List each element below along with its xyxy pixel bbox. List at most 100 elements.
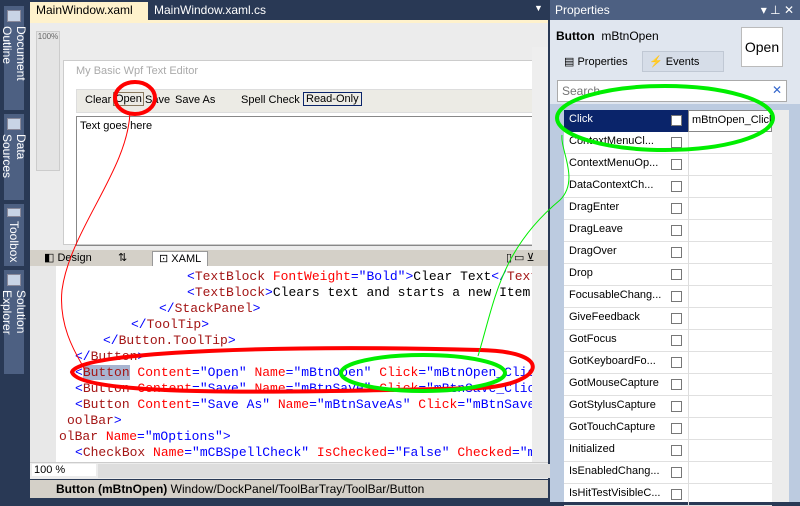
event-row[interactable]: DragLeave xyxy=(564,220,772,242)
event-handler-value[interactable] xyxy=(688,462,772,484)
event-row[interactable]: GotKeyboardFo... xyxy=(564,352,772,374)
wpf-window-preview[interactable]: My Basic Wpf Text Editor Clear Open Save… xyxy=(63,60,534,246)
event-handler-icon[interactable] xyxy=(671,159,682,170)
event-row[interactable]: Initialized xyxy=(564,440,772,462)
event-handler-value[interactable] xyxy=(688,198,772,220)
event-handler-value[interactable] xyxy=(688,154,772,176)
code-line[interactable]: olBar Name="mOptions"> xyxy=(59,429,231,445)
dropdown-arrow-icon[interactable]: ▼ xyxy=(528,2,549,20)
event-row[interactable]: DragOver xyxy=(564,242,772,264)
event-row[interactable]: DragEnter xyxy=(564,198,772,220)
event-handler-value[interactable] xyxy=(688,308,772,330)
event-handler-icon[interactable] xyxy=(671,357,682,368)
clear-button[interactable]: Clear xyxy=(85,94,111,106)
event-handler-icon[interactable] xyxy=(671,291,682,302)
event-handler-value[interactable] xyxy=(688,396,772,418)
design-surface[interactable]: 100% My Basic Wpf Text Editor Clear Open… xyxy=(30,20,548,257)
event-handler-value[interactable] xyxy=(688,374,772,396)
event-row[interactable]: IsEnabledChang... xyxy=(564,462,772,484)
code-line[interactable]: </Button> xyxy=(75,349,145,365)
code-line[interactable]: <TextBlock>Clears text and starts a new … xyxy=(187,285,532,301)
event-handler-icon[interactable] xyxy=(671,247,682,258)
event-row[interactable]: Drop xyxy=(564,264,772,286)
event-row[interactable]: GotFocus xyxy=(564,330,772,352)
code-line[interactable]: <Button Content="Open" Name="mBtnOpen" C… xyxy=(75,365,532,381)
read-only-button[interactable]: Read-Only xyxy=(303,92,362,106)
event-handler-icon[interactable] xyxy=(671,269,682,280)
tab-mainwindow-xaml-cs[interactable]: MainWindow.xaml.cs xyxy=(148,2,272,20)
code-line[interactable]: </StackPanel> xyxy=(159,301,260,317)
event-row[interactable]: GotTouchCapture xyxy=(564,418,772,440)
events-scrollbar[interactable] xyxy=(772,110,789,502)
save-button[interactable]: Save xyxy=(145,94,170,106)
event-handler-icon[interactable] xyxy=(671,181,682,192)
tab-mainwindow-xaml[interactable]: MainWindow.xaml ✕ xyxy=(30,2,148,31)
save-as-button[interactable]: Save As xyxy=(175,94,215,106)
event-handler-icon[interactable] xyxy=(671,203,682,214)
event-handler-value[interactable] xyxy=(688,484,772,506)
spell-check-button[interactable]: Spell Check xyxy=(241,94,300,106)
code-line[interactable]: <Button Content="Save" Name="mBtnSave" C… xyxy=(75,381,532,397)
code-line[interactable]: </Button.ToolTip> xyxy=(103,333,236,349)
event-handler-value[interactable] xyxy=(688,220,772,242)
event-row[interactable]: FocusableChang... xyxy=(564,286,772,308)
event-handler-value[interactable] xyxy=(688,330,772,352)
tab-xaml[interactable]: ⊡ XAML xyxy=(152,251,209,266)
text-area[interactable]: Text goes here xyxy=(76,116,534,246)
event-handler-icon[interactable] xyxy=(671,137,682,148)
event-handler-icon[interactable] xyxy=(671,225,682,236)
sidebar-item-toolbox[interactable]: Toolbox xyxy=(4,204,24,266)
event-handler-icon[interactable] xyxy=(671,115,682,126)
event-handler-icon[interactable] xyxy=(671,423,682,434)
event-handler-value[interactable] xyxy=(688,286,772,308)
event-handler-icon[interactable] xyxy=(671,467,682,478)
event-row[interactable]: Click mBtnOpen_Click xyxy=(564,110,772,132)
horizontal-scrollbar[interactable] xyxy=(98,464,568,478)
panel-controls[interactable]: ▾ ⊥ ✕ xyxy=(761,3,794,17)
event-handler-value[interactable] xyxy=(688,264,772,286)
event-row[interactable]: GotMouseCapture xyxy=(564,374,772,396)
event-handler-icon[interactable] xyxy=(671,489,682,500)
event-handler-icon[interactable] xyxy=(671,445,682,456)
element-name[interactable]: mBtnOpen xyxy=(601,29,658,43)
pane-layout-buttons[interactable]: ▯▭⊻ xyxy=(500,251,543,266)
event-handler-icon[interactable] xyxy=(671,335,682,346)
sidebar-item-document-outline[interactable]: Document Outline xyxy=(0,6,28,110)
event-handler-value[interactable] xyxy=(688,176,772,198)
open-button[interactable]: Open xyxy=(113,92,144,106)
sidebar-item-solution-explorer[interactable]: Solution Explorer xyxy=(0,270,28,374)
zoom-select[interactable]: 100 % xyxy=(32,464,96,476)
search-input[interactable] xyxy=(557,80,787,102)
tab-properties[interactable]: ▤ Properties xyxy=(560,51,632,72)
clear-search-icon[interactable]: ✕ xyxy=(772,83,782,97)
code-line[interactable]: <CheckBox Name="mCBSpellCheck" IsChecked… xyxy=(75,445,532,461)
event-row[interactable]: GotStylusCapture xyxy=(564,396,772,418)
event-handler-value[interactable] xyxy=(688,418,772,440)
event-row[interactable]: ContextMenuOp... xyxy=(564,154,772,176)
swap-panes-button[interactable]: ⇅ xyxy=(112,251,134,266)
sidebar-item-data-sources[interactable]: Data Sources xyxy=(0,114,28,200)
event-handler-value[interactable] xyxy=(688,352,772,374)
element-path[interactable]: Window/DockPanel/ToolBarTray/ToolBar/But… xyxy=(171,482,425,496)
tab-design[interactable]: ◧ Design xyxy=(38,251,98,266)
code-line[interactable]: <TextBlock FontWeight="Bold">Clear Text<… xyxy=(187,269,532,285)
xaml-editor[interactable]: <TextBlock FontWeight="Bold">Clear Text<… xyxy=(30,266,532,462)
event-row[interactable]: GiveFeedback xyxy=(564,308,772,330)
tab-events[interactable]: ⚡ Events xyxy=(642,51,724,72)
event-handler-value[interactable] xyxy=(688,242,772,264)
event-handler-value[interactable]: mBtnOpen_Click xyxy=(688,110,772,132)
event-row[interactable]: DataContextCh... xyxy=(564,176,772,198)
event-handler-value[interactable] xyxy=(688,132,772,154)
code-line[interactable]: oolBar> xyxy=(67,413,122,429)
code-line[interactable]: </ToolTip> xyxy=(131,317,209,333)
code-line[interactable]: <Button Content="Save As" Name="mBtnSave… xyxy=(75,397,532,413)
event-row[interactable]: IsHitTestVisibleC... xyxy=(564,484,772,506)
event-handler-value[interactable] xyxy=(688,440,772,462)
event-handler-icon[interactable] xyxy=(671,401,682,412)
event-handler-icon[interactable] xyxy=(671,313,682,324)
event-row[interactable]: ContextMenuCl... xyxy=(564,132,772,154)
editor-scrollbar[interactable] xyxy=(532,266,548,462)
designer-scrollbar[interactable] xyxy=(532,47,548,257)
event-handler-icon[interactable] xyxy=(671,379,682,390)
zoom-slider[interactable]: 100% xyxy=(36,31,60,171)
